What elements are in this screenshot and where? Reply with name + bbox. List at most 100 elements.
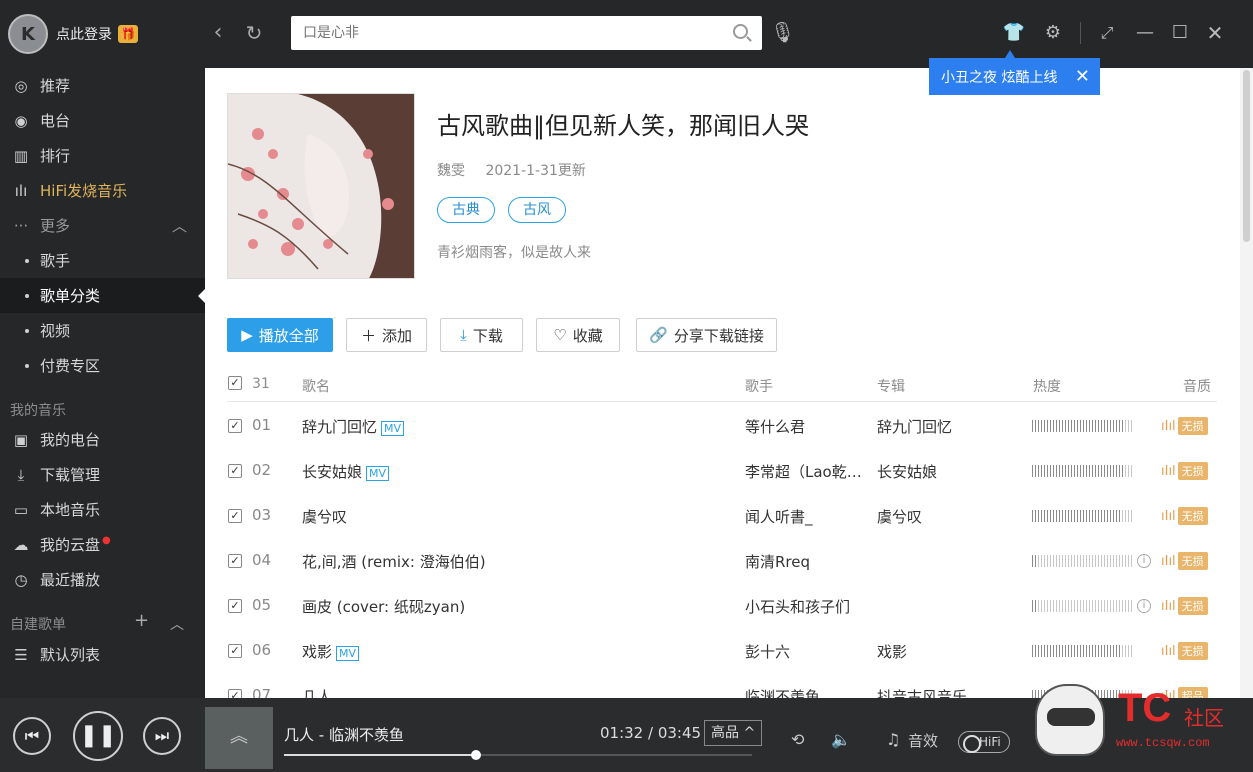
- pause-button[interactable]: ❚❚: [73, 711, 123, 761]
- header-quality[interactable]: 音质: [1183, 376, 1211, 396]
- sidebar-item-recent[interactable]: ◷ 最近播放: [0, 562, 205, 597]
- quality-badge[interactable]: ıIıl 无损: [1161, 552, 1219, 570]
- sidebar-item-downloads[interactable]: ⤓ 下载管理: [0, 457, 205, 492]
- row-checkbox[interactable]: ✓: [228, 599, 242, 613]
- header-song[interactable]: 歌名: [302, 376, 330, 396]
- header-artist[interactable]: 歌手: [745, 376, 773, 396]
- sidebar-item-video[interactable]: 视频: [0, 313, 205, 348]
- skin-shirt-icon[interactable]: 👕: [1001, 20, 1027, 46]
- song-album[interactable]: 长安姑娘: [877, 461, 937, 482]
- song-album[interactable]: 抖音古风音乐: [877, 686, 967, 698]
- table-row[interactable]: ✓ 04 花,间,酒 (remix: 澄海伯伯) 南清Rreq i ıIıl 无损: [227, 539, 1217, 584]
- login-link[interactable]: 点此登录: [56, 24, 112, 44]
- add-playlist-icon[interactable]: +: [134, 610, 149, 631]
- sidebar-item-playlist-category[interactable]: 歌单分类: [0, 278, 205, 313]
- mv-badge[interactable]: MV: [336, 646, 360, 661]
- sidebar-item-cloud[interactable]: ☁ 我的云盘 ●: [0, 527, 205, 562]
- scrollbar[interactable]: [1240, 68, 1253, 698]
- song-artist[interactable]: 李常超（Lao乾…: [745, 461, 862, 482]
- user-login-area[interactable]: K 点此登录 🎁: [8, 12, 138, 56]
- next-button[interactable]: ⏭: [143, 717, 181, 755]
- back-icon[interactable]: ‹: [204, 20, 232, 48]
- header-heat[interactable]: 热度: [1033, 376, 1061, 396]
- quality-badge[interactable]: ıIıl 无损: [1161, 597, 1219, 615]
- info-icon[interactable]: i: [1137, 554, 1151, 568]
- header-album[interactable]: 专辑: [877, 376, 905, 396]
- row-checkbox[interactable]: ✓: [228, 509, 242, 523]
- quality-badge[interactable]: ıIıl 无损: [1161, 507, 1219, 525]
- mv-badge[interactable]: MV: [381, 421, 405, 436]
- minimize-icon[interactable]: —: [1132, 20, 1158, 46]
- row-checkbox[interactable]: ✓: [228, 554, 242, 568]
- sidebar-item-chart[interactable]: ▥ 排行: [0, 138, 205, 173]
- song-artist[interactable]: 临渊不羡鱼: [745, 686, 820, 698]
- song-album[interactable]: 戏影: [877, 641, 907, 662]
- song-title[interactable]: 画皮 (cover: 纸砚zyan): [302, 598, 465, 616]
- sidebar-item-recommend[interactable]: ◎ 推荐: [0, 68, 205, 103]
- download-button[interactable]: ⤓ 下载: [440, 318, 523, 352]
- hifi-toggle[interactable]: HiFi: [958, 731, 1010, 753]
- song-title-cell[interactable]: 花,间,酒 (remix: 澄海伯伯): [302, 551, 486, 572]
- avatar[interactable]: K: [8, 14, 48, 54]
- row-checkbox[interactable]: ✓: [228, 464, 242, 478]
- table-row[interactable]: ✓ 01 辞九门回忆 MV 等什么君 辞九门回忆 ıIıl 无损: [227, 404, 1217, 449]
- song-title-cell[interactable]: 辞九门回忆 MV: [302, 416, 405, 437]
- tag-classical[interactable]: 古典: [437, 197, 495, 223]
- previous-button[interactable]: ⏮: [13, 717, 51, 755]
- song-artist[interactable]: 小石头和孩子们: [745, 596, 850, 617]
- table-row[interactable]: ✓ 06 戏影 MV 彭十六 戏影 ıIıl 无损: [227, 629, 1217, 674]
- chevron-up-icon[interactable]: ︿: [170, 614, 184, 634]
- song-artist[interactable]: 等什么君: [745, 416, 805, 437]
- song-artist[interactable]: 彭十六: [745, 641, 790, 662]
- chevron-up-icon[interactable]: ︿: [172, 215, 187, 236]
- close-icon[interactable]: ✕: [1075, 66, 1090, 87]
- tag-ancient-style[interactable]: 古风: [508, 197, 566, 223]
- song-title[interactable]: 几人: [302, 688, 332, 698]
- play-all-button[interactable]: ▶ 播放全部: [227, 318, 333, 352]
- maximize-icon[interactable]: ☐: [1167, 20, 1193, 46]
- select-all-checkbox[interactable]: ✓: [228, 376, 242, 390]
- sidebar-item-my-radio[interactable]: ▣ 我的电台: [0, 422, 205, 457]
- close-icon[interactable]: ✕: [1202, 20, 1228, 46]
- microphone-icon[interactable]: 🎙: [770, 20, 795, 44]
- table-row[interactable]: ✓ 05 画皮 (cover: 纸砚zyan) 小石头和孩子们 i ıIıl 无损: [227, 584, 1217, 629]
- sidebar-item-radio[interactable]: ◉ 电台: [0, 103, 205, 138]
- gift-icon[interactable]: 🎁: [118, 25, 138, 43]
- sidebar-more-toggle[interactable]: ··· 更多 ︿: [0, 208, 205, 243]
- notification-text[interactable]: 小丑之夜 炫酷上线: [941, 67, 1057, 87]
- quality-badge[interactable]: ıIıl 无损: [1161, 462, 1219, 480]
- row-checkbox[interactable]: ✓: [228, 689, 242, 698]
- song-album[interactable]: 辞九门回忆: [877, 416, 952, 437]
- song-title[interactable]: 戏影: [302, 643, 332, 661]
- mini-mode-icon[interactable]: ⤢: [1094, 20, 1120, 46]
- progress-knob[interactable]: [470, 750, 481, 760]
- search-input[interactable]: [303, 22, 723, 44]
- sound-effect-label[interactable]: 音效: [908, 730, 938, 751]
- sidebar-item-paid[interactable]: 付费专区: [0, 348, 205, 383]
- song-artist[interactable]: 闻人听書_: [745, 506, 813, 527]
- playlist-author[interactable]: 魏雯: [437, 163, 465, 179]
- quality-badge[interactable]: ıIıl 无损: [1161, 417, 1219, 435]
- song-album[interactable]: 虞兮叹: [877, 506, 922, 527]
- add-button[interactable]: ＋ 添加: [346, 318, 427, 352]
- scrollbar-thumb[interactable]: [1243, 70, 1250, 242]
- table-row[interactable]: ✓ 02 长安姑娘 MV 李常超（Lao乾… 长安姑娘 ıIıl 无损: [227, 449, 1217, 494]
- song-title-cell[interactable]: 戏影 MV: [302, 641, 360, 662]
- notification-popup[interactable]: 小丑之夜 炫酷上线 ✕: [929, 50, 1100, 95]
- sidebar-item-local-music[interactable]: ▭ 本地音乐: [0, 492, 205, 527]
- music-note-icon[interactable]: ♫: [886, 730, 900, 749]
- search-icon[interactable]: [733, 24, 748, 39]
- repeat-icon[interactable]: ⟲: [791, 730, 804, 749]
- quality-select[interactable]: 高品 ^: [704, 720, 763, 746]
- sidebar-item-hifi[interactable]: ılı HiFi发烧音乐: [0, 173, 205, 208]
- quality-badge[interactable]: ıIıl 无损: [1161, 642, 1219, 660]
- sidebar-item-default-list[interactable]: ☰ 默认列表: [0, 637, 205, 672]
- share-link-button[interactable]: 🔗 分享下载链接: [636, 318, 777, 352]
- refresh-icon[interactable]: ↻: [240, 20, 268, 48]
- expand-up-icon[interactable]: ︽: [230, 726, 248, 747]
- row-checkbox[interactable]: ✓: [228, 644, 242, 658]
- song-title-cell[interactable]: 虞兮叹: [302, 506, 347, 527]
- gear-icon[interactable]: ⚙: [1040, 20, 1066, 46]
- song-title-cell[interactable]: 长安姑娘 MV: [302, 461, 390, 482]
- song-title[interactable]: 辞九门回忆: [302, 418, 377, 436]
